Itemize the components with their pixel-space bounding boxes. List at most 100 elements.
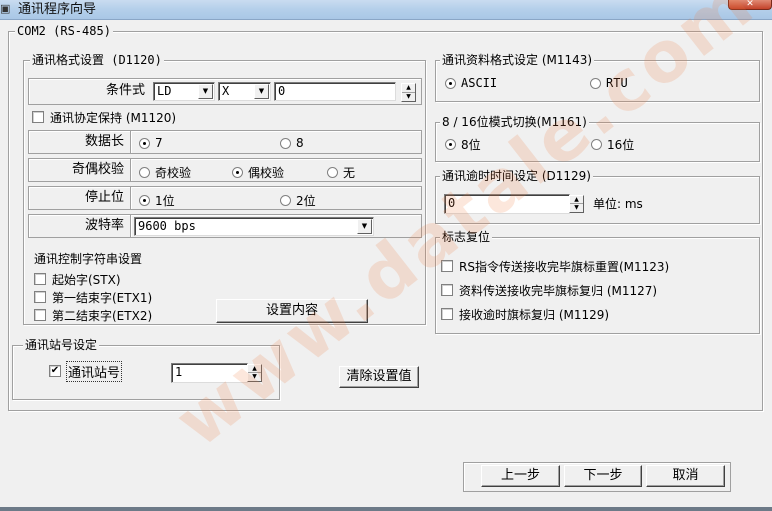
condition-number-spinner[interactable]: ▲ ▼ bbox=[401, 83, 416, 102]
radio-label: 7 bbox=[155, 136, 163, 150]
chevron-down-icon[interactable]: ▼ bbox=[254, 84, 269, 99]
format-settings-legend: 通讯格式设置 (D1120) bbox=[30, 53, 164, 67]
baud-rate-select[interactable]: 9600 bps ▼ bbox=[134, 217, 374, 236]
parity-radio-none[interactable]: 无 bbox=[327, 164, 355, 180]
condition-number-input[interactable]: 0 bbox=[274, 82, 396, 101]
spin-up-icon[interactable]: ▲ bbox=[570, 196, 583, 204]
timeout-value: 0 bbox=[448, 196, 456, 210]
spin-up-icon[interactable]: ▲ bbox=[402, 84, 415, 93]
radio-label: 8 bbox=[296, 136, 304, 150]
bit-mode-legend: 8 / 16位模式切换(M1161) bbox=[440, 115, 589, 129]
radio-label: ASCII bbox=[461, 76, 498, 90]
title-bar: ▣ 通讯程序向导 ✕ bbox=[0, 0, 772, 20]
timeout-spinner[interactable]: ▲ ▼ bbox=[569, 195, 584, 213]
station-number-spinner[interactable]: ▲ ▼ bbox=[247, 364, 262, 382]
16bit-radio[interactable]: 16位 bbox=[591, 136, 634, 152]
timeout-legend: 通讯逾时时间设定 (D1129) bbox=[440, 169, 593, 183]
checkbox-box[interactable]: ✔ bbox=[49, 365, 61, 377]
etx2-checkbox[interactable]: 第二结束字(ETX2) bbox=[34, 307, 152, 323]
data-length-radio-8[interactable]: 8 bbox=[280, 135, 304, 151]
m1127-label: 资料传送接收完毕旗标复归 (M1127) bbox=[459, 283, 658, 298]
stop-bits-label: 停止位 bbox=[28, 186, 131, 210]
ascii-radio[interactable]: ASCII bbox=[445, 75, 497, 91]
station-number-input[interactable]: 1 bbox=[171, 363, 248, 383]
radio-dot[interactable] bbox=[591, 138, 602, 150]
stop-bits-radio-2[interactable]: 2位 bbox=[280, 192, 316, 208]
baud-rate-value: 9600 bps bbox=[138, 219, 196, 233]
checkbox-box[interactable] bbox=[441, 308, 453, 320]
radio-dot[interactable] bbox=[280, 137, 291, 149]
com2-legend: COM2 (RS-485) bbox=[15, 24, 113, 38]
checkbox-box[interactable] bbox=[34, 273, 46, 285]
clear-settings-button[interactable]: 清除设置值 bbox=[339, 366, 419, 388]
rtu-radio[interactable]: RTU bbox=[590, 75, 628, 91]
parity-radio-odd[interactable]: 奇校验 bbox=[139, 164, 191, 180]
radio-dot[interactable] bbox=[232, 166, 243, 178]
etx1-checkbox[interactable]: 第一结束字(ETX1) bbox=[34, 289, 152, 305]
condition-device-value: X bbox=[222, 84, 230, 98]
radio-dot[interactable] bbox=[590, 77, 601, 89]
m1127-checkbox[interactable]: 资料传送接收完毕旗标复归 (M1127) bbox=[441, 282, 657, 298]
8bit-radio[interactable]: 8位 bbox=[445, 136, 481, 152]
chevron-down-icon[interactable]: ▼ bbox=[198, 84, 213, 99]
data-length-label: 数据长 bbox=[28, 130, 131, 154]
window-bottom-edge bbox=[0, 507, 772, 511]
station-checkbox[interactable]: ✔ 通讯站号 bbox=[49, 360, 123, 382]
window-title: 通讯程序向导 bbox=[18, 2, 97, 17]
m1123-label: RS指令传送接收完毕旗标重置(M1123) bbox=[459, 259, 670, 274]
timeout-unit-label: 单位: ms bbox=[593, 197, 643, 211]
spin-down-icon[interactable]: ▼ bbox=[402, 93, 415, 102]
dialog-client: COM2 (RS-485) 通讯格式设置 (D1120) 条件式 LD ▼ X … bbox=[0, 0, 772, 507]
station-legend: 通讯站号设定 bbox=[23, 338, 100, 352]
radio-dot[interactable] bbox=[139, 166, 150, 178]
m1129-checkbox[interactable]: 接收逾时旗标复归 (M1129) bbox=[441, 306, 609, 322]
close-icon: ✕ bbox=[746, 0, 754, 9]
chevron-down-icon[interactable]: ▼ bbox=[357, 219, 372, 234]
condition-op-value: LD bbox=[157, 84, 172, 98]
checkbox-box[interactable] bbox=[32, 111, 44, 123]
next-button[interactable]: 下一步 bbox=[564, 465, 642, 487]
checkbox-box[interactable] bbox=[441, 260, 453, 272]
etx1-label: 第一结束字(ETX1) bbox=[52, 290, 153, 305]
m1123-checkbox[interactable]: RS指令传送接收完毕旗标重置(M1123) bbox=[441, 258, 669, 274]
stx-checkbox[interactable]: 起始字(STX) bbox=[34, 271, 121, 287]
radio-label: 2位 bbox=[296, 193, 316, 208]
condition-op-select[interactable]: LD ▼ bbox=[153, 82, 215, 101]
radio-dot[interactable] bbox=[445, 77, 456, 89]
data-length-radio-7[interactable]: 7 bbox=[139, 135, 163, 151]
radio-label: 奇校验 bbox=[155, 165, 192, 180]
check-icon: ✔ bbox=[50, 365, 60, 376]
spin-down-icon[interactable]: ▼ bbox=[248, 373, 261, 381]
parity-radio-even[interactable]: 偶校验 bbox=[232, 164, 284, 180]
prev-button[interactable]: 上一步 bbox=[481, 465, 560, 487]
checkbox-box[interactable] bbox=[441, 284, 453, 296]
cancel-button[interactable]: 取消 bbox=[646, 465, 725, 487]
radio-dot[interactable] bbox=[445, 138, 456, 150]
m1129-label: 接收逾时旗标复归 (M1129) bbox=[459, 307, 610, 322]
checkbox-box[interactable] bbox=[34, 309, 46, 321]
spin-down-icon[interactable]: ▼ bbox=[570, 204, 583, 212]
radio-dot[interactable] bbox=[139, 137, 150, 149]
stx-label: 起始字(STX) bbox=[52, 272, 121, 287]
station-label: 通讯站号 bbox=[65, 360, 123, 382]
radio-dot[interactable] bbox=[327, 166, 338, 178]
spin-up-icon[interactable]: ▲ bbox=[248, 365, 261, 373]
radio-label: RTU bbox=[606, 76, 628, 90]
baud-rate-label: 波特率 bbox=[28, 214, 131, 238]
condition-label: 条件式 bbox=[106, 83, 146, 98]
condition-device-select[interactable]: X ▼ bbox=[218, 82, 271, 101]
stop-bits-radio-1[interactable]: 1位 bbox=[139, 192, 175, 208]
app-icon: ▣ bbox=[0, 2, 11, 15]
flag-reset-legend: 标志复位 bbox=[440, 230, 493, 244]
timeout-input[interactable]: 0 bbox=[444, 194, 570, 214]
set-content-button[interactable]: 设置内容 bbox=[216, 299, 368, 323]
protocol-hold-checkbox[interactable]: 通讯协定保持 (M1120) bbox=[32, 109, 176, 125]
radio-dot[interactable] bbox=[139, 194, 150, 206]
data-format-legend: 通讯资料格式设定 (M1143) bbox=[440, 53, 595, 67]
close-button[interactable]: ✕ bbox=[728, 0, 772, 10]
radio-dot[interactable] bbox=[280, 194, 291, 206]
checkbox-box[interactable] bbox=[34, 291, 46, 303]
radio-label: 偶校验 bbox=[248, 165, 285, 180]
control-chars-title: 通讯控制字符串设置 bbox=[34, 252, 143, 266]
protocol-hold-label: 通讯协定保持 (M1120) bbox=[50, 110, 177, 125]
